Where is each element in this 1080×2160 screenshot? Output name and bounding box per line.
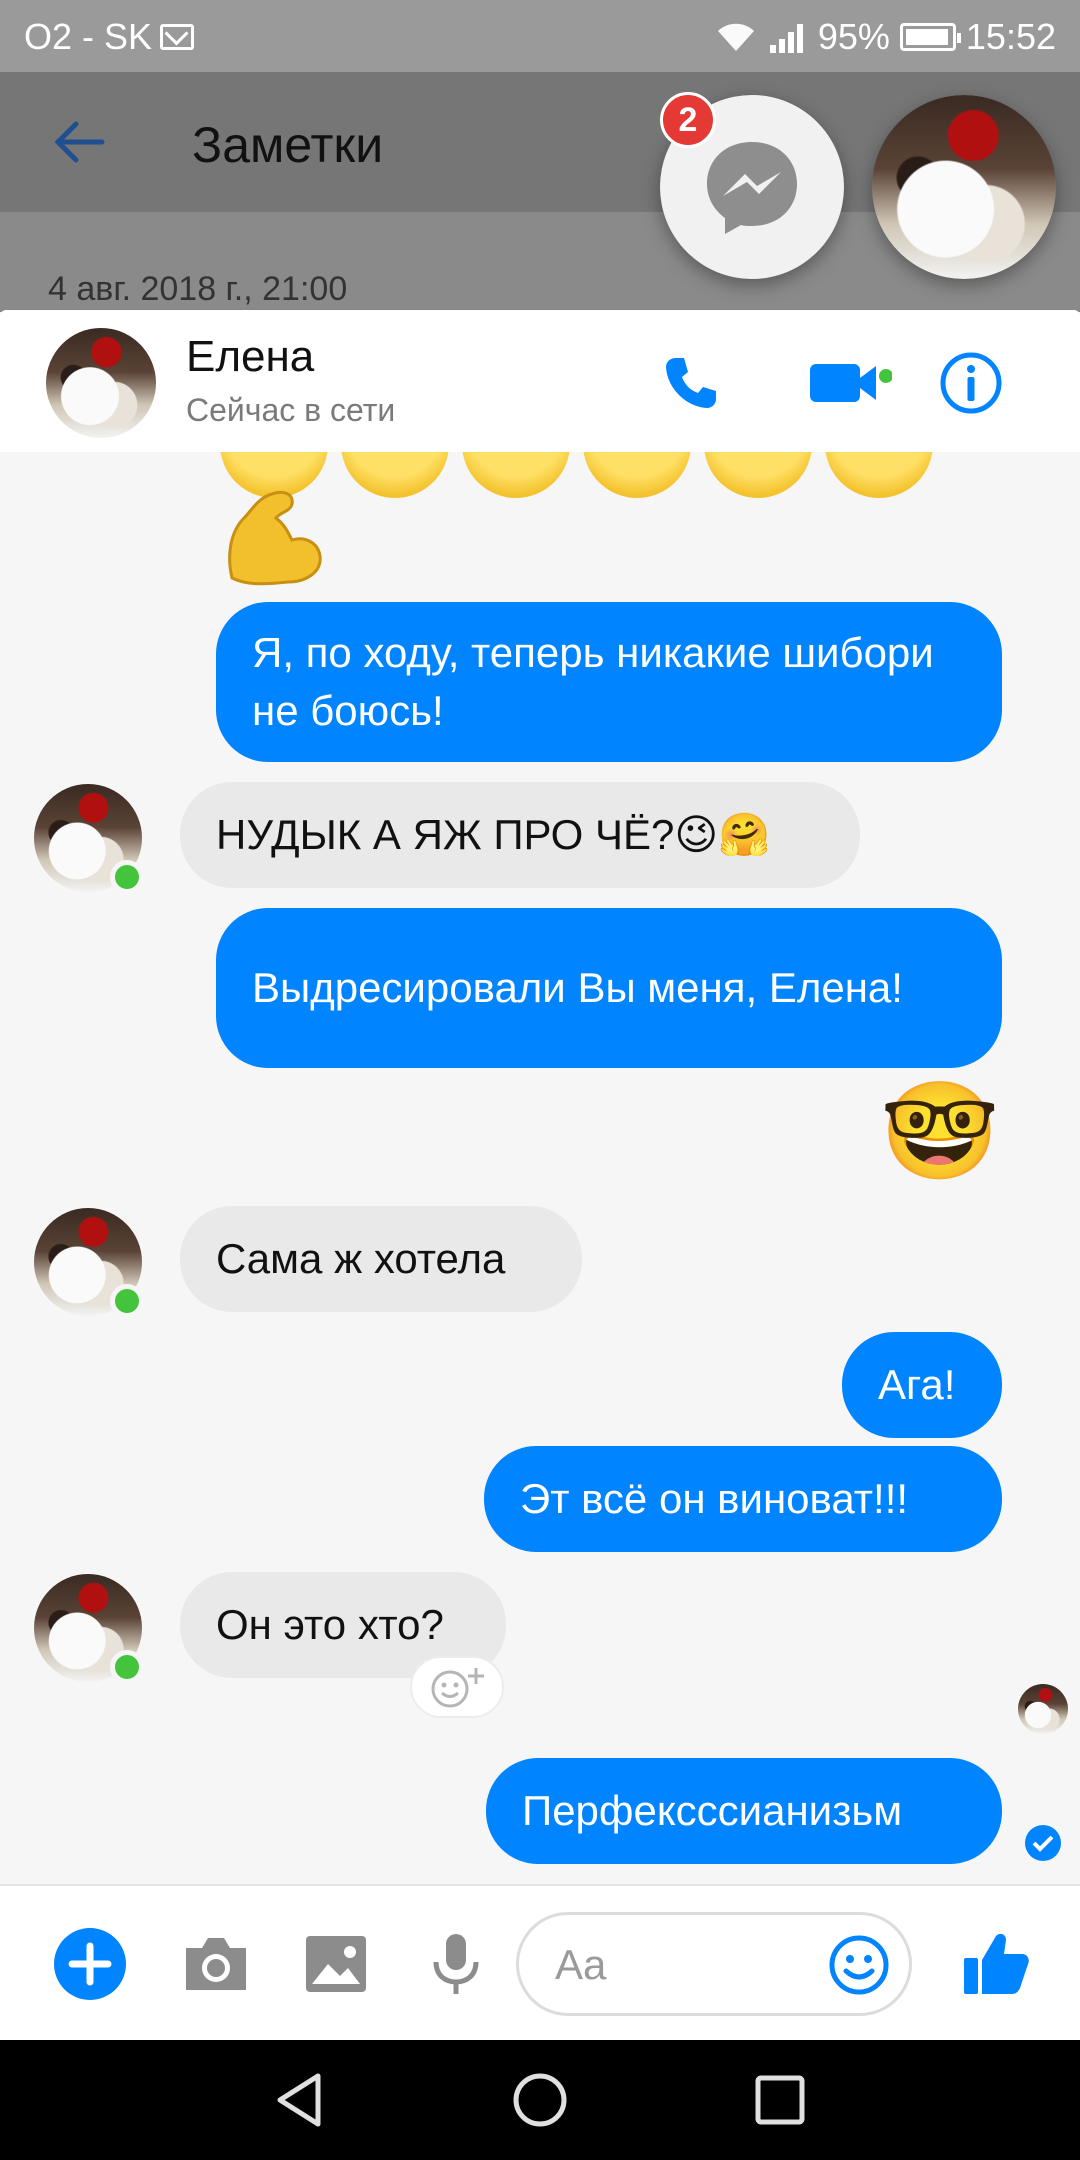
status-right: 95% 15:52: [714, 16, 1056, 58]
message-bubble-incoming[interactable]: НУДЫК А ЯЖ ПРО ЧЁ?😉🤗: [180, 782, 860, 888]
message-bubble-outgoing[interactable]: Перфексссианизьм: [486, 1758, 1002, 1864]
back-nav-icon[interactable]: [268, 2068, 332, 2132]
system-navigation-bar: [0, 2040, 1080, 2160]
signal-icon: [769, 24, 803, 53]
message-input[interactable]: [555, 1939, 805, 1991]
carrier-group: O2 - SK: [24, 16, 195, 58]
thumbs-up-icon[interactable]: [958, 1926, 1034, 2002]
mail-notification-icon: [160, 24, 195, 50]
avatar-image: [46, 328, 156, 438]
message-text: Ага!: [878, 1361, 956, 1408]
message-bubble-outgoing[interactable]: Ага!: [842, 1332, 1002, 1438]
message-bubble-outgoing[interactable]: Эт всё он виноват!!!: [484, 1446, 1002, 1552]
avatar[interactable]: [34, 1574, 144, 1684]
chat-header: Елена Сейчас в сети: [0, 310, 1080, 452]
camera-icon[interactable]: [178, 1926, 254, 2002]
emoji-face: [583, 452, 691, 498]
note-date: 4 авг. 2018 г., 21:00: [48, 270, 348, 308]
message-bubble-incoming[interactable]: Сама ж хотела: [180, 1206, 582, 1312]
message-text: Выдресировали Вы меня, Елена!: [252, 964, 903, 1011]
battery-icon: [899, 23, 961, 51]
arrow-left-icon[interactable]: [48, 110, 112, 174]
status-bar: O2 - SK 95% 15:52: [0, 0, 1080, 72]
online-indicator: [110, 1650, 144, 1684]
contact-status: Сейчас в сети: [186, 392, 396, 428]
avatar[interactable]: [34, 1208, 144, 1318]
messenger-icon: [707, 142, 797, 234]
clock: 15:52: [965, 16, 1056, 57]
microphone-icon[interactable]: [418, 1926, 494, 2002]
message-bubble-outgoing[interactable]: Выдресировали Вы меня, Елена!: [216, 908, 1002, 1068]
check-circle-icon: [1025, 1825, 1061, 1861]
emoji-face: [704, 452, 812, 498]
message-input-box[interactable]: [516, 1912, 912, 2016]
contact-chat-head[interactable]: [872, 95, 1056, 279]
flexed-biceps-emoji: [228, 490, 322, 586]
add-reaction-icon[interactable]: [410, 1656, 504, 1718]
smiley-icon[interactable]: [827, 1933, 891, 1997]
contact-name[interactable]: Елена: [186, 332, 314, 382]
avatar-image: [1018, 1684, 1068, 1734]
wifi-icon: [717, 23, 754, 51]
nerd-face-emoji[interactable]: 🤓: [880, 1070, 1000, 1194]
info-icon[interactable]: [938, 350, 1004, 416]
carrier-name: O2 - SK: [24, 16, 153, 57]
message-text: Он это хто?: [216, 1601, 444, 1648]
unread-badge: 2: [660, 92, 716, 148]
avatar[interactable]: [34, 784, 144, 894]
message-bubble-outgoing[interactable]: Я, по ходу, теперь никакие шибори не бою…: [216, 602, 1002, 762]
read-receipt-avatar: [1018, 1684, 1068, 1734]
home-nav-icon[interactable]: [508, 2068, 572, 2132]
message-text: Перфексссианизьм: [522, 1787, 903, 1834]
message-list[interactable]: Я, по ходу, теперь никакие шибори не бою…: [0, 452, 1080, 1884]
message-text: НУДЫК А ЯЖ ПРО ЧЁ?😉🤗: [216, 811, 771, 858]
video-icon[interactable]: [808, 350, 892, 416]
battery-percent: 95%: [817, 16, 890, 57]
message-composer: [0, 1884, 1080, 2040]
smiley-plus-icon: [431, 1668, 484, 1708]
message-text: Я, по ходу, теперь никакие шибори не бою…: [252, 629, 934, 734]
message-text: Сама ж хотела: [216, 1235, 506, 1282]
online-indicator: [110, 860, 144, 894]
emoji-face: [341, 452, 449, 498]
image-icon[interactable]: [298, 1926, 374, 2002]
emoji-face: [462, 452, 570, 498]
recents-nav-icon[interactable]: [748, 2068, 812, 2132]
contact-avatar-image: [872, 95, 1056, 279]
emoji-face: [825, 452, 933, 498]
notes-title: Заметки: [192, 117, 384, 173]
plus-icon[interactable]: [52, 1926, 128, 2002]
avatar[interactable]: [46, 328, 156, 438]
message-text: Эт всё он виноват!!!: [520, 1475, 909, 1522]
phone-icon[interactable]: [658, 350, 724, 416]
online-indicator: [110, 1284, 144, 1318]
